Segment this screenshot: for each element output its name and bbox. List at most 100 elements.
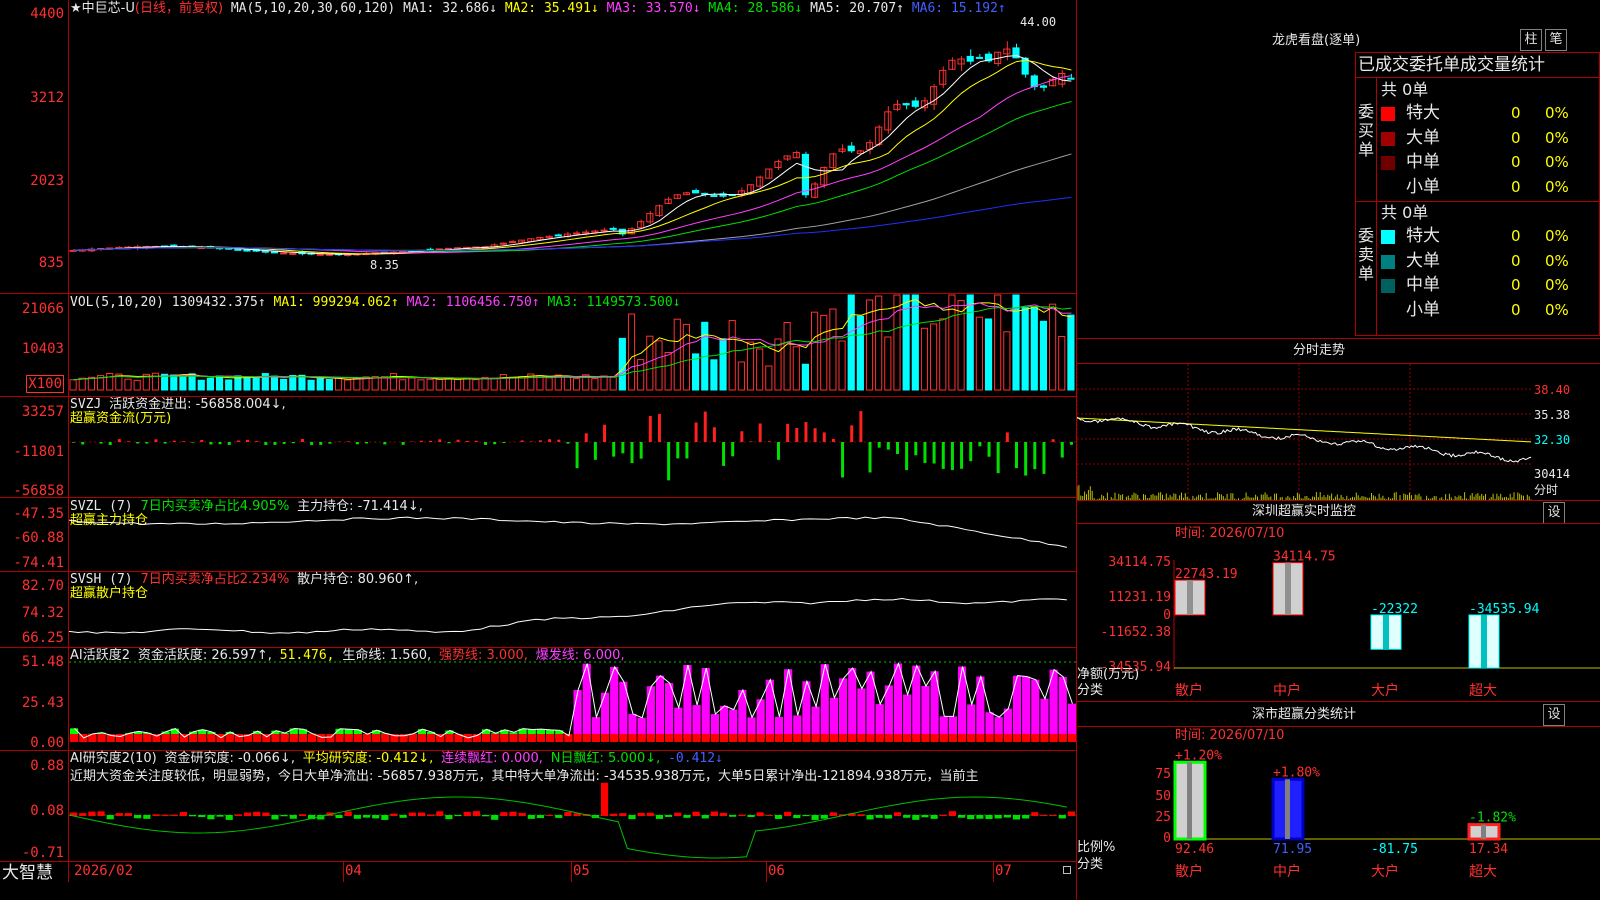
research-bar <box>967 815 975 820</box>
activity-bar <box>729 709 738 738</box>
volume-bar <box>206 377 214 391</box>
research-bar <box>948 811 956 816</box>
y-tick: -0.71 <box>21 845 64 861</box>
candle <box>710 195 718 198</box>
volume-bar <box>1003 331 1011 391</box>
ai-research-chart[interactable] <box>69 751 1076 861</box>
main-force-chart[interactable] <box>69 498 1076 571</box>
volume-bar <box>627 313 636 391</box>
order-count: 0 <box>1511 104 1521 122</box>
activity-base <box>445 734 454 742</box>
monitor-settings-button[interactable]: 设 <box>1543 502 1565 524</box>
volume-chart[interactable] <box>69 294 1076 396</box>
volume-bar <box>939 318 947 391</box>
volume-bar <box>920 327 929 391</box>
volume-bar <box>719 338 727 391</box>
time-axis: 大智慧 2026/02 04 05 06 07 <box>0 862 1077 900</box>
activity-base <box>509 734 518 742</box>
research-bar <box>738 814 746 816</box>
bar-value-label: 34114.75 <box>1273 550 1336 565</box>
activity-base <box>536 734 546 742</box>
candle <box>692 190 700 194</box>
activity-base <box>829 734 838 742</box>
category-label: 中户 <box>1273 863 1301 880</box>
ma-line-120 <box>73 196 1072 251</box>
retail-chart[interactable] <box>69 572 1076 647</box>
research-bar <box>811 815 819 820</box>
research-bar <box>481 815 490 817</box>
intraday-chart[interactable] <box>1077 364 1533 500</box>
bar-mode-button[interactable]: 柱 <box>1520 29 1542 51</box>
activity-base <box>500 734 509 742</box>
ratio-value-label: 17.34 <box>1469 842 1508 857</box>
candlestick-chart[interactable] <box>69 0 1076 293</box>
activity-base <box>1012 734 1022 742</box>
research-bar <box>500 812 508 816</box>
lock-icon[interactable] <box>1063 866 1071 874</box>
activity-base <box>417 734 427 742</box>
research-bar <box>1067 811 1075 816</box>
money-flow-chart[interactable] <box>69 397 1076 497</box>
volume-bar <box>756 348 764 391</box>
activity-base <box>948 734 957 742</box>
volume-bar <box>838 340 846 391</box>
research-bar <box>1012 815 1021 820</box>
volume-bar <box>197 379 205 391</box>
research-bar <box>857 814 865 816</box>
volume-bar <box>444 377 452 391</box>
activity-bar <box>802 681 811 738</box>
volume-bar <box>600 375 608 391</box>
activity-base <box>884 734 893 742</box>
activity-base <box>756 734 765 742</box>
ratio-chart[interactable]: 75 50 25 0 +1.20% 92.46 散户 +1.80% 71.95 中户 -81.75 大… <box>1077 742 1600 900</box>
volume-bar <box>792 346 800 391</box>
research-bar <box>701 815 709 819</box>
activity-base <box>912 734 921 742</box>
volume-bar <box>820 314 828 391</box>
activity-base <box>820 734 829 742</box>
research-bar <box>637 812 645 816</box>
activity-base <box>207 734 216 742</box>
research-bar <box>271 815 279 820</box>
bar-value-label: -34535.94 <box>1469 602 1540 617</box>
activity-bar <box>600 692 610 738</box>
candle <box>316 253 324 256</box>
activity-base <box>1003 734 1012 742</box>
color-swatch <box>1381 131 1395 146</box>
activity-base <box>921 734 930 742</box>
tick-mode-button[interactable]: 笔 <box>1545 29 1567 51</box>
ai-activity-chart[interactable] <box>69 648 1076 750</box>
candle <box>508 241 517 244</box>
activity-base <box>811 734 820 742</box>
volume-bar <box>325 379 333 391</box>
activity-base <box>957 734 967 742</box>
chart-area[interactable]: 4400 3212 2023 835 ★中巨芯-U(日线，前复权) MA(5,1… <box>0 0 1077 900</box>
candle <box>1030 75 1038 88</box>
y-tick: 3212 <box>30 90 64 106</box>
stats-settings-button[interactable]: 设 <box>1543 704 1565 726</box>
order-pct: 0% <box>1545 177 1569 196</box>
activity-bar <box>903 694 912 738</box>
activity-base <box>646 734 655 742</box>
y-tick: 32.30 <box>1534 433 1571 447</box>
net-amount-chart[interactable]: 34114.75 11231.19 0 -11652.38 -34535.94 22743… <box>1077 540 1600 700</box>
activity-base <box>518 734 527 742</box>
research-bar <box>729 815 737 817</box>
activity-bar <box>1012 675 1022 738</box>
volume-bar <box>1067 314 1075 391</box>
monitor-time: 时间: 2026/07/10 <box>1175 526 1285 541</box>
color-swatch <box>1381 254 1395 269</box>
y-tick: 38.40 <box>1534 383 1571 397</box>
volume-bar <box>133 379 141 391</box>
order-count: 0 <box>1511 177 1521 196</box>
research-bar <box>665 815 673 817</box>
sell-side-label: 委卖单 <box>1358 226 1375 283</box>
x-tick: 2026/02 <box>74 863 134 879</box>
research-bar <box>930 815 938 819</box>
candle <box>243 249 251 252</box>
research-bar <box>976 815 984 819</box>
y-tick: 11231.19 <box>1108 590 1171 605</box>
dragon-tiger-title: 龙虎看盘(逐单) <box>1272 33 1361 48</box>
research-bar <box>234 814 242 816</box>
bar-shade <box>1285 562 1291 615</box>
